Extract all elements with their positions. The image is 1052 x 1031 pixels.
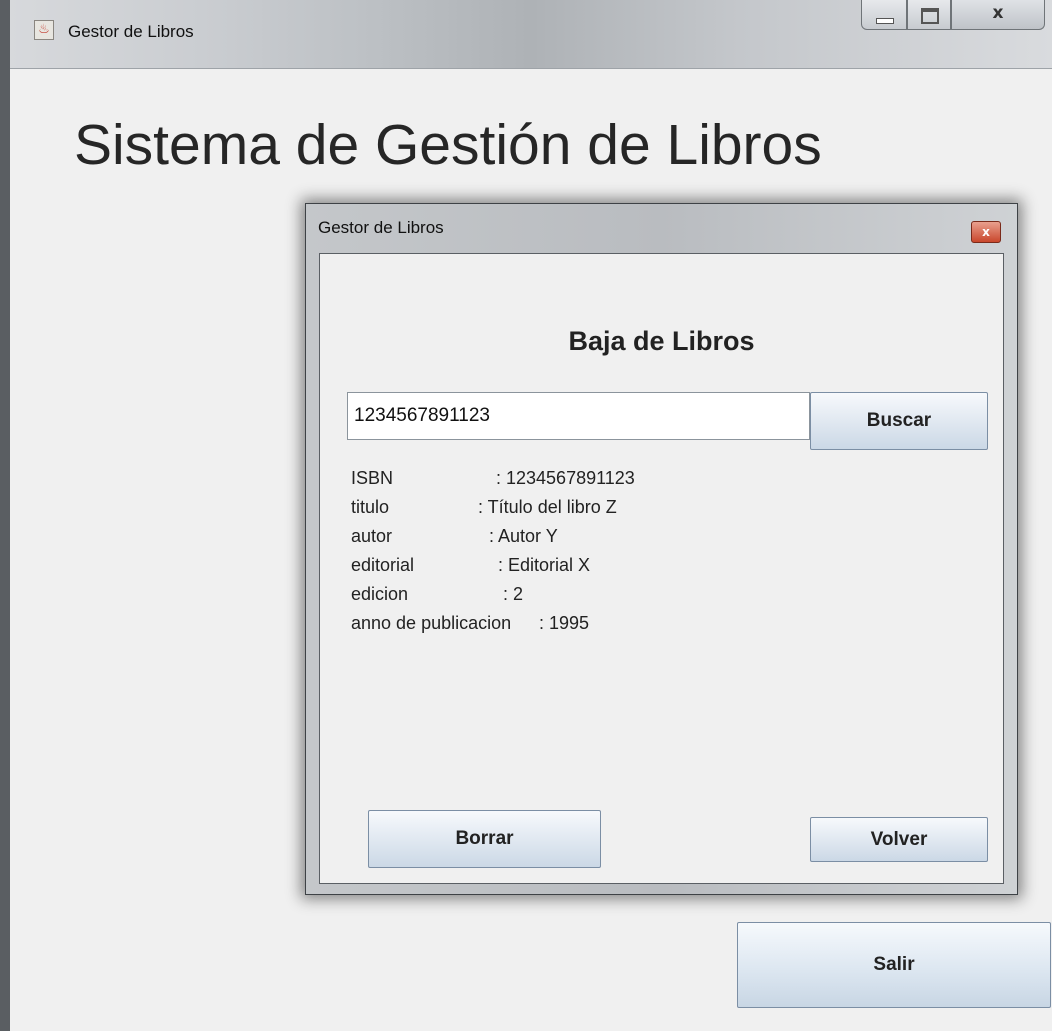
- detail-label: anno de publicacion: [351, 613, 512, 633]
- dialog-heading: Baja de Libros: [568, 326, 755, 356]
- close-button[interactable]: x: [951, 0, 1045, 30]
- close-icon: x: [982, 225, 990, 239]
- buscar-button[interactable]: Buscar: [810, 392, 988, 450]
- detail-value: : Autor Y: [489, 526, 558, 546]
- borrar-button[interactable]: Borrar: [368, 810, 601, 868]
- maximize-button[interactable]: [907, 0, 951, 30]
- detail-value: : Editorial X: [498, 555, 591, 575]
- detail-value: : Título del libro Z: [478, 497, 617, 517]
- detail-label: ISBN: [351, 468, 394, 488]
- baja-dialog: Gestor de Libros x Baja de Libros Buscar…: [305, 203, 1018, 895]
- dialog-body: Baja de Libros Buscar ISBN : 12345678911…: [319, 253, 1004, 884]
- dialog-title: Gestor de Libros: [318, 218, 444, 237]
- dialog-close-button[interactable]: x: [971, 221, 1001, 243]
- close-icon: x: [992, 3, 1004, 23]
- java-icon: ♨: [34, 20, 54, 40]
- minimize-button[interactable]: [861, 0, 907, 30]
- detail-label: editorial: [351, 555, 415, 575]
- detail-label: autor: [351, 526, 393, 546]
- detail-value: : 2: [503, 584, 524, 604]
- volver-button[interactable]: Volver: [810, 817, 988, 862]
- window-titlebar[interactable]: ♨ Gestor de Libros x: [10, 0, 1052, 69]
- detail-label: titulo: [351, 497, 390, 517]
- page-title: Sistema de Gestión de Libros: [74, 113, 822, 177]
- detail-value: : 1234567891123: [496, 468, 635, 488]
- window-title: Gestor de Libros: [68, 22, 194, 41]
- isbn-search-input[interactable]: [347, 392, 810, 440]
- salir-button[interactable]: Salir: [737, 922, 1051, 1008]
- detail-value: : 1995: [539, 613, 590, 633]
- detail-label: edicion: [351, 584, 409, 604]
